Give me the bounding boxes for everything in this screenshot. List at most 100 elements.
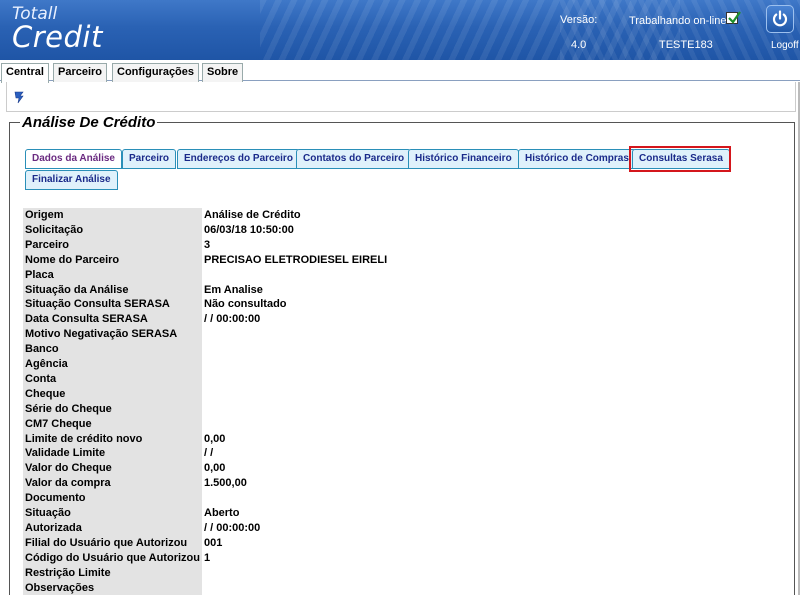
logoff-label[interactable]: Logoff [771, 40, 799, 51]
field-value [204, 417, 785, 432]
field-label: Situação Consulta SERASA [23, 297, 202, 313]
field-value: Aberto [204, 507, 240, 519]
field-label: Filial do Usuário que Autorizou [23, 535, 202, 551]
field-value [204, 566, 785, 581]
field-value: Análise de Crédito [204, 209, 301, 221]
field-label: Situação [23, 506, 202, 521]
field-value: 3 [204, 238, 211, 251]
table-row: Placa [23, 267, 785, 283]
table-row: Valor do Cheque 0,00 [23, 461, 785, 477]
tab-dados-analise[interactable]: Dados da Análise [25, 149, 122, 169]
menu-tab-configuracoes[interactable]: Configurações [112, 63, 200, 82]
field-value [204, 402, 785, 417]
field-value: 001 [204, 536, 223, 549]
field-label: Observações [23, 580, 202, 595]
version-label: Versão: [560, 14, 598, 26]
table-row: Série do Cheque [23, 401, 785, 417]
field-label: Parceiro [23, 237, 202, 253]
table-row: Limite de crédito novo 0,00 [23, 431, 785, 447]
tab-parceiro[interactable]: Parceiro [122, 149, 177, 169]
tab-finalizar-analise[interactable]: Finalizar Análise [25, 170, 118, 190]
field-label: Cheque [23, 386, 202, 402]
table-row: Solicitação 06/03/18 10:50:00 [23, 222, 785, 238]
power-icon [772, 10, 788, 27]
table-row: Motivo Negativação SERASA [23, 327, 785, 343]
table-row: Filial do Usuário que Autorizou 001 [23, 535, 785, 551]
field-value [204, 268, 785, 283]
tab-historico-financeiro[interactable]: Histórico Financeiro [408, 149, 519, 169]
app-header: Totall Credit Versão: 4.0 Trabalhando on… [0, 0, 800, 60]
logoff-button[interactable] [766, 5, 794, 33]
field-label: Data Consulta SERASA [23, 312, 202, 328]
menu-tab-central[interactable]: Central [1, 63, 49, 83]
field-label: CM7 Cheque [23, 416, 202, 432]
field-value: 06/03/18 10:50:00 [204, 223, 294, 236]
field-value [204, 372, 785, 387]
field-label: Nome do Parceiro [23, 252, 202, 268]
table-row: Agência [23, 357, 785, 372]
table-row: Documento [23, 491, 785, 507]
menu-tab-parceiro[interactable]: Parceiro [53, 63, 108, 82]
field-value: / / 00:00:00 [204, 521, 261, 534]
field-label: Valor do Cheque [23, 461, 202, 477]
field-value: 1 [204, 551, 211, 564]
field-label: Valor da compra [23, 476, 202, 492]
logo-line2: Credit [12, 20, 103, 54]
field-value: 0,00 [204, 462, 226, 475]
field-label: Validade Limite [23, 446, 202, 462]
table-row: Banco [23, 342, 785, 358]
field-value: 0,00 [204, 432, 226, 445]
table-row: Observações [23, 580, 785, 595]
check-icon [728, 11, 741, 24]
table-row: Situação da Análise Em Analise [23, 282, 785, 298]
table-row: Cheque [23, 386, 785, 402]
field-label: Agência [23, 357, 202, 372]
table-row: CM7 Cheque [23, 416, 785, 432]
field-label: Série do Cheque [23, 401, 202, 417]
table-row: Validade Limite / / [23, 446, 785, 462]
table-row: Origem Análise de Crédito [23, 208, 785, 223]
field-value [204, 491, 785, 506]
user-name: TESTE183 [659, 39, 713, 51]
field-value [204, 342, 785, 357]
field-value [204, 387, 785, 402]
field-label: Limite de crédito novo [23, 431, 202, 447]
field-value: PRECISAO ELETRODIESEL EIRELI [204, 253, 388, 266]
field-label: Placa [23, 267, 202, 283]
menu-tab-sobre[interactable]: Sobre [202, 63, 244, 82]
field-value: / / 00:00:00 [204, 313, 261, 326]
section-title: Análise De Crédito [20, 114, 158, 131]
header-decoration-right [560, 0, 800, 60]
field-label: Situação da Análise [23, 282, 202, 298]
field-label: Conta [23, 371, 202, 387]
table-row: Conta [23, 371, 785, 387]
table-row: Restrição Limite [23, 565, 785, 581]
field-value: 1.500,00 [204, 477, 247, 490]
tab-contatos-parceiro[interactable]: Contatos do Parceiro [296, 149, 412, 169]
consultas-serasa-highlight [629, 146, 731, 172]
table-row: Situação Aberto [23, 506, 785, 521]
table-row: Código do Usuário que Autorizou 1 [23, 550, 785, 566]
field-value: Não consultado [204, 298, 287, 311]
field-label: Motivo Negativação SERASA [23, 327, 202, 343]
field-label: Origem [23, 208, 202, 223]
tab-enderecos-parceiro[interactable]: Endereços do Parceiro [177, 149, 300, 169]
table-row: Nome do Parceiro PRECISAO ELETRODIESEL EI… [23, 252, 785, 268]
online-checkbox[interactable] [726, 11, 741, 24]
table-row: Data Consulta SERASA / / 00:00:00 [23, 312, 785, 328]
field-value [204, 357, 785, 372]
table-row: Situação Consulta SERASA Não consultado [23, 297, 785, 313]
field-value [204, 327, 785, 342]
tab-historico-compras[interactable]: Histórico de Compras [518, 149, 636, 169]
field-label: Solicitação [23, 222, 202, 238]
field-label: Autorizada [23, 520, 202, 536]
version-value: 4.0 [571, 39, 587, 51]
table-row: Parceiro 3 [23, 237, 785, 253]
main-menu: Central Parceiro Configurações Sobre [0, 60, 800, 83]
field-value: / / [204, 447, 214, 460]
filter-icon[interactable] [14, 91, 24, 107]
field-value [204, 581, 785, 595]
table-row: Valor da compra 1.500,00 [23, 476, 785, 492]
online-label: Trabalhando on-line [629, 15, 727, 27]
table-row: Autorizada / / 00:00:00 [23, 520, 785, 536]
